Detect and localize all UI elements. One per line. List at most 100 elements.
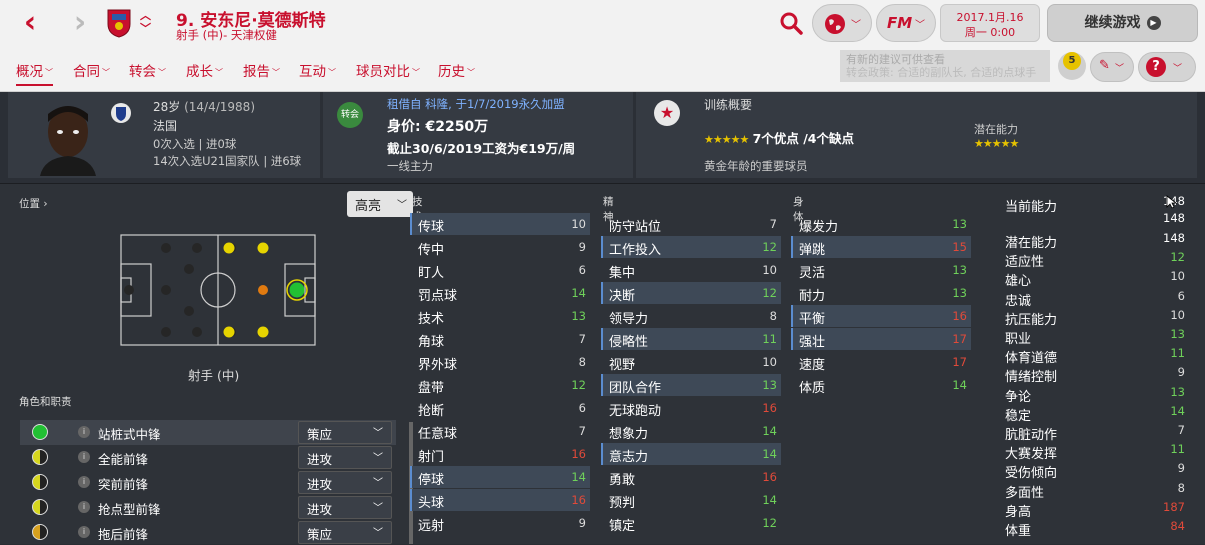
current-ability-label: 当前能力 — [1005, 200, 1058, 215]
current-ability-stars: ★★★★★ — [704, 133, 749, 146]
attribute-row[interactable]: 预判 14 — [601, 489, 781, 511]
back-arrow-icon[interactable]: ‹ — [16, 8, 44, 40]
player-subtitle[interactable]: 射手 (中)- 天津权健 — [176, 27, 277, 43]
tab-reports[interactable]: 报告 ﹀ — [243, 60, 280, 80]
attribute-row[interactable]: 射门 16 — [410, 443, 590, 465]
attribute-row[interactable]: 决断 12 — [601, 282, 781, 304]
attribute-row[interactable]: 头球 16 — [410, 489, 590, 511]
attribute-row[interactable]: 远射 9 — [410, 512, 590, 534]
france-flag-icon[interactable] — [110, 102, 132, 124]
attribute-row[interactable]: 意志力 14 — [601, 443, 781, 465]
loan-info-link[interactable]: 租借自 科隆, 于1/7/2019永久加盟 — [387, 96, 565, 112]
attribute-value: 16 — [762, 470, 777, 484]
notification-banner[interactable]: 有新的建议可供查看 转会政策: 合适的副队长, 合适的点球手 — [840, 50, 1050, 82]
edit-menu-button[interactable]: ✎ ﹀ — [1090, 52, 1134, 82]
info-icon[interactable]: i — [78, 426, 90, 438]
search-icon[interactable] — [778, 10, 804, 36]
attribute-row[interactable]: 爆发力 13 — [791, 213, 971, 235]
attribute-row[interactable]: 技术 13 — [410, 305, 590, 327]
attribute-row[interactable]: 镇定 12 — [601, 512, 781, 534]
role-duty-dropdown[interactable]: 进攻 ﹀ — [298, 446, 392, 469]
attribute-row[interactable]: 勇敢 16 — [601, 466, 781, 488]
attribute-row[interactable]: 传球 10 — [410, 213, 590, 235]
attribute-row[interactable]: 团队合作 13 — [601, 374, 781, 396]
current-ability-value: 148 — [1145, 194, 1185, 208]
attribute-row[interactable]: 灵活 13 — [791, 259, 971, 281]
attribute-row[interactable]: 强壮 17 — [791, 328, 971, 350]
tab-contract[interactable]: 合同 ﹀ — [73, 60, 110, 80]
world-menu-button[interactable]: ﹀ — [812, 4, 872, 42]
attribute-row[interactable]: 无球跑动 16 — [601, 397, 781, 419]
attribute-row[interactable]: 弹跳 15 — [791, 236, 971, 258]
info-icon[interactable]: i — [78, 526, 90, 538]
role-row[interactable]: i 抢点型前锋 进攻 ﹀ — [20, 495, 396, 520]
tab-compare[interactable]: 球员对比 ﹀ — [356, 60, 420, 80]
hidden-attribute-name: 抗压能力 — [1005, 312, 1058, 328]
training-description: 黄金年龄的重要球员 — [704, 159, 808, 173]
tab-history[interactable]: 历史 ﹀ — [438, 60, 475, 80]
help-menu-button[interactable]: ? ﹀ — [1138, 52, 1196, 82]
transfer-status-icon[interactable]: 转会 — [337, 102, 363, 128]
chevron-down-icon[interactable]: ﹀ — [140, 23, 151, 34]
attribute-row[interactable]: 罚点球 14 — [410, 282, 590, 304]
club-crest-icon[interactable] — [106, 8, 132, 38]
attribute-value: 12 — [571, 378, 586, 392]
attribute-value: 9 — [578, 240, 586, 254]
chevron-down-icon: ﹀ — [467, 67, 475, 77]
role-duty-dropdown[interactable]: 策应 ﹀ — [298, 421, 392, 444]
info-icon[interactable]: i — [78, 476, 90, 488]
attribute-row[interactable]: 防守站位 7 — [601, 213, 781, 235]
role-suitability-icon — [32, 524, 48, 540]
tab-label: 概况 — [16, 64, 43, 80]
attribute-row[interactable]: 抢断 6 — [410, 397, 590, 419]
attribute-value: 9 — [578, 516, 586, 530]
attribute-row[interactable]: 视野 10 — [601, 351, 781, 373]
attribute-row[interactable]: 想象力 14 — [601, 420, 781, 442]
attribute-row[interactable]: 盘带 12 — [410, 374, 590, 396]
tab-overview[interactable]: 概况 ﹀ — [16, 60, 53, 86]
fm-menu-button[interactable]: FM ﹀ — [876, 4, 936, 42]
info-icon[interactable]: i — [78, 451, 90, 463]
player-photo — [40, 106, 96, 176]
chevron-down-icon: ﹀ — [328, 67, 336, 77]
forward-arrow-icon[interactable]: › — [66, 8, 94, 40]
highlight-dropdown[interactable]: 高亮 ﹀ — [347, 191, 413, 217]
attribute-row[interactable]: 盯人 6 — [410, 259, 590, 281]
hidden-attribute-value: 13 — [1170, 327, 1185, 341]
role-duty: 策应 — [307, 527, 333, 542]
role-row[interactable]: i 突前前锋 进攻 ﹀ — [20, 470, 396, 495]
role-row[interactable]: i 全能前锋 进攻 ﹀ — [20, 445, 396, 470]
tab-development[interactable]: 成长 ﹀ — [186, 60, 223, 80]
attribute-row[interactable]: 耐力 13 — [791, 282, 971, 304]
attribute-row[interactable]: 速度 17 — [791, 351, 971, 373]
attribute-row[interactable]: 任意球 7 — [410, 420, 590, 442]
game-date[interactable]: 2017.1月.16 周一 0:00 — [940, 4, 1040, 42]
role-duty: 策应 — [307, 427, 333, 442]
attribute-row[interactable]: 体质 14 — [791, 374, 971, 396]
chevron-up-icon[interactable]: ︿ — [140, 10, 151, 21]
bio-nation[interactable]: 法国 — [153, 117, 177, 134]
role-row[interactable]: i 拖后前锋 策应 ﹀ — [20, 520, 396, 545]
hidden-attribute-name: 情绪控制 — [1005, 370, 1058, 386]
attribute-row[interactable]: 工作投入 12 — [601, 236, 781, 258]
attribute-row[interactable]: 界外球 8 — [410, 351, 590, 373]
info-icon[interactable]: i — [78, 501, 90, 513]
attribute-value: 14 — [952, 378, 967, 392]
tab-interaction[interactable]: 互动 ﹀ — [299, 60, 336, 80]
attribute-row[interactable]: 领导力 8 — [601, 305, 781, 327]
attribute-row[interactable]: 平衡 16 — [791, 305, 971, 327]
attribute-row[interactable]: 停球 14 — [410, 466, 590, 488]
role-duty-dropdown[interactable]: 进攻 ﹀ — [298, 496, 392, 519]
role-row[interactable]: i 站桩式中锋 策应 ﹀ — [20, 420, 396, 445]
tab-transfer[interactable]: 转会 ﹀ — [129, 60, 166, 80]
role-duty-dropdown[interactable]: 策应 ﹀ — [298, 521, 392, 544]
attribute-row[interactable]: 角球 7 — [410, 328, 590, 350]
positions-header[interactable]: 位置 › — [19, 196, 48, 211]
role-duty-dropdown[interactable]: 进攻 ﹀ — [298, 471, 392, 494]
attribute-row[interactable]: 传中 9 — [410, 236, 590, 258]
training-title: 训练概要 — [704, 98, 753, 112]
role-suitability-icon — [32, 474, 48, 490]
attribute-row[interactable]: 侵略性 11 — [601, 328, 781, 350]
continue-button[interactable]: 继续游戏 ▶ — [1047, 4, 1198, 42]
attribute-row[interactable]: 集中 10 — [601, 259, 781, 281]
